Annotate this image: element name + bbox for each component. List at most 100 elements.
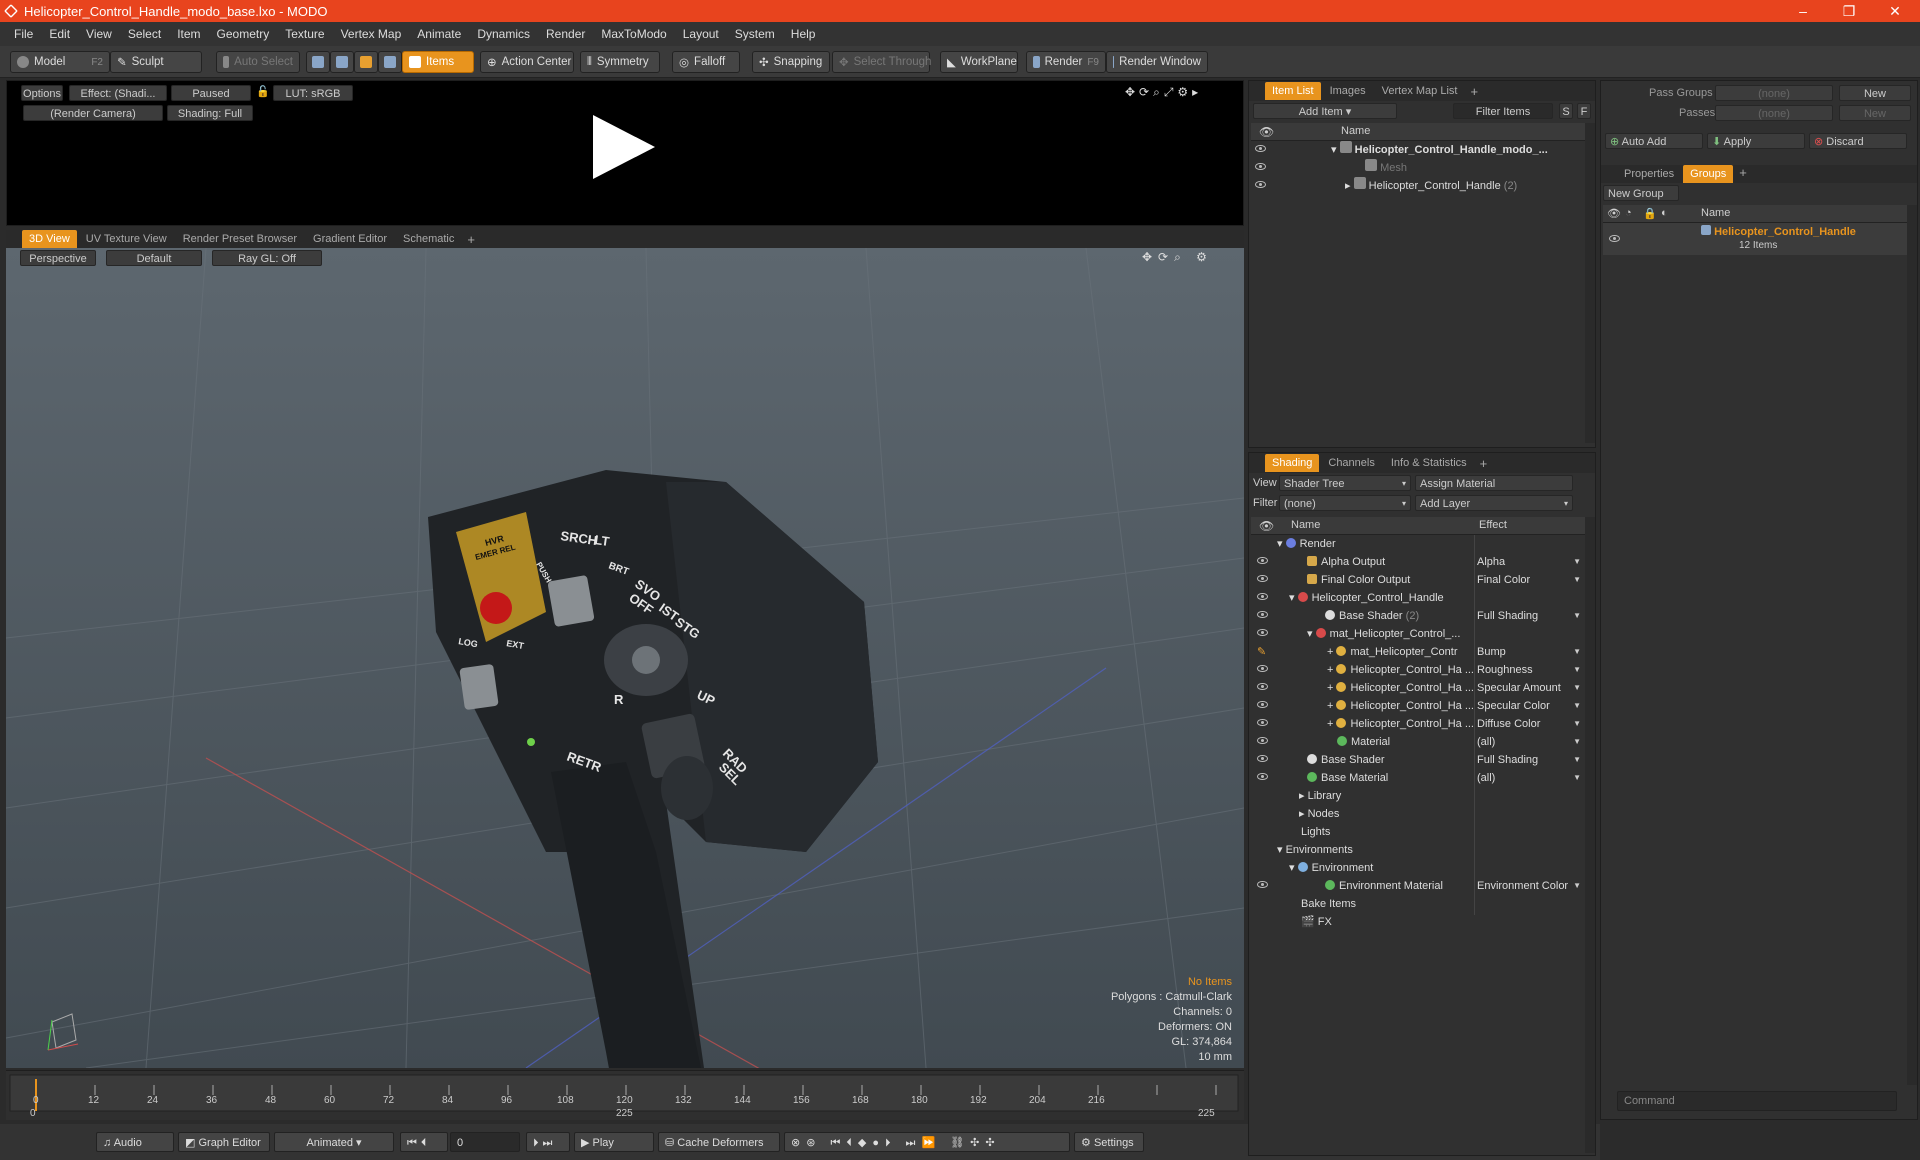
apply-button[interactable]: ⬇ Apply: [1707, 133, 1805, 149]
visibility-eye-icon[interactable]: [1257, 575, 1268, 582]
menu-layout[interactable]: Layout: [675, 27, 727, 41]
perspective-dropdown[interactable]: Perspective: [20, 250, 96, 266]
menu-vertex-map[interactable]: Vertex Map: [333, 27, 410, 41]
preview-options-button[interactable]: Options: [21, 85, 63, 101]
expand-arrow-icon[interactable]: ▾: [1277, 538, 1286, 550]
shader-row-specular-color[interactable]: + Helicopter_Control_Ha ... Specular Colo…: [1251, 697, 1585, 715]
effect-dropdown-icon[interactable]: ▼: [1573, 877, 1581, 895]
visibility-eye-icon[interactable]: [1257, 593, 1268, 600]
visibility-eye-icon[interactable]: [1257, 557, 1268, 564]
frame-input[interactable]: 0: [450, 1132, 520, 1152]
shader-row-environment-material[interactable]: Environment Material Environment Color ▼: [1251, 877, 1585, 895]
render-button[interactable]: Render F9: [1026, 51, 1106, 73]
shader-row-final-color-output[interactable]: Final Color Output Final Color ▼: [1251, 571, 1585, 589]
effect-dropdown-icon[interactable]: ▼: [1573, 751, 1581, 769]
tab-groups[interactable]: Groups: [1683, 165, 1734, 183]
close-button[interactable]: ✕: [1872, 0, 1918, 22]
animated-dropdown[interactable]: Animated ▾: [274, 1132, 394, 1152]
visibility-eye-icon[interactable]: [1257, 665, 1268, 672]
menu-edit[interactable]: Edit: [41, 27, 78, 41]
cache-deformers-button[interactable]: ⛁ Cache Deformers: [658, 1132, 780, 1152]
minimize-button[interactable]: –: [1780, 0, 1826, 22]
shader-row-fx[interactable]: 🎬 FX: [1251, 913, 1585, 931]
visibility-eye-icon[interactable]: [1257, 755, 1268, 762]
preview-paused-button[interactable]: Paused: [171, 85, 251, 101]
preview-effect-dropdown[interactable]: Effect: (Shadi...: [69, 85, 167, 101]
effect-dropdown-icon[interactable]: ▼: [1573, 661, 1581, 679]
add-layer-dropdown[interactable]: Add Layer ▾: [1415, 495, 1573, 511]
expand-arrow-icon[interactable]: ▸: [1299, 808, 1308, 820]
command-input[interactable]: Command: [1617, 1091, 1897, 1111]
expand-arrow-icon[interactable]: ▾: [1331, 144, 1340, 156]
expand-plus-icon[interactable]: +: [1327, 682, 1336, 694]
symmetry-button[interactable]: ⫴ Symmetry: [580, 51, 660, 73]
menu-dynamics[interactable]: Dynamics: [469, 27, 538, 41]
tab-3d-view[interactable]: 3D View: [22, 230, 77, 248]
falloff-button[interactable]: ◎ Falloff: [672, 51, 740, 73]
effect-dropdown-icon[interactable]: ▼: [1573, 697, 1581, 715]
shader-row-library[interactable]: ▸ Library: [1251, 787, 1585, 805]
visibility-eye-icon[interactable]: [1609, 235, 1620, 242]
tab-gradient-editor[interactable]: Gradient Editor: [306, 230, 394, 248]
effect-dropdown-icon[interactable]: ▼: [1573, 553, 1581, 571]
item-list-name-column[interactable]: Name: [1341, 125, 1370, 137]
menu-maxtomodo[interactable]: MaxToModo: [593, 27, 674, 41]
menu-select[interactable]: Select: [120, 27, 169, 41]
filter-items-input[interactable]: Filter Items: [1453, 103, 1553, 119]
item-row-helicopter-handle[interactable]: ▸ Helicopter_Control_Handle (2): [1249, 177, 1595, 195]
effect-dropdown-icon[interactable]: ▼: [1573, 769, 1581, 787]
timeline[interactable]: 0 12 24 36 48 60 72 84 96 108 120 132 14…: [6, 1070, 1244, 1120]
effect-dropdown-icon[interactable]: ▼: [1573, 571, 1581, 589]
default-style-dropdown[interactable]: Default: [106, 250, 202, 266]
play-button[interactable]: ▶ Play: [574, 1132, 654, 1152]
shader-row-roughness[interactable]: + Helicopter_Control_Ha ... Roughness ▼: [1251, 661, 1585, 679]
menu-file[interactable]: File: [6, 27, 41, 41]
shader-row-nodes[interactable]: ▸ Nodes: [1251, 805, 1585, 823]
expand-arrow-icon[interactable]: ▾: [1289, 862, 1298, 874]
add-tab-icon[interactable]: +: [1476, 456, 1492, 471]
helicopter-handle-model[interactable]: [428, 470, 878, 1068]
visibility-eye-icon[interactable]: [1255, 163, 1266, 170]
menu-geometry[interactable]: Geometry: [209, 27, 278, 41]
expand-plus-icon[interactable]: +: [1327, 646, 1336, 658]
visibility-eye-icon[interactable]: [1257, 773, 1268, 780]
shader-row-base-shader-2[interactable]: Base Shader (2) Full Shading ▼: [1251, 607, 1585, 625]
tab-properties[interactable]: Properties: [1617, 165, 1681, 183]
visibility-eye-icon[interactable]: [1257, 881, 1268, 888]
shader-effect-column[interactable]: Effect: [1479, 519, 1507, 531]
shader-row-mat-group[interactable]: ▾ mat_Helicopter_Control_...: [1251, 625, 1585, 643]
jump-start-icons[interactable]: ⏮⏴: [400, 1132, 448, 1152]
pass-groups-dropdown[interactable]: (none): [1715, 85, 1833, 101]
expand-plus-icon[interactable]: +: [1327, 664, 1336, 676]
shader-row-render[interactable]: ▾ Render: [1251, 535, 1585, 553]
menu-texture[interactable]: Texture: [277, 27, 332, 41]
add-item-dropdown[interactable]: Add Item ▾: [1253, 103, 1397, 119]
group-row-helicopter-handle[interactable]: Helicopter_Control_Handle 12 Items: [1603, 223, 1907, 255]
tab-uv-texture-view[interactable]: UV Texture View: [79, 230, 174, 248]
visibility-eye-icon[interactable]: [1257, 737, 1268, 744]
tab-schematic[interactable]: Schematic: [396, 230, 461, 248]
effect-dropdown-icon[interactable]: ▼: [1573, 607, 1581, 625]
item-row-scene[interactable]: ▾ Helicopter_Control_Handle_modo_...: [1249, 141, 1595, 159]
action-center-button[interactable]: ⊕ Action Center: [480, 51, 574, 73]
timeline-range-end[interactable]: 225: [1198, 1108, 1215, 1119]
groups-scrollbar[interactable]: [1907, 205, 1917, 1085]
visibility-eye-icon[interactable]: [1257, 611, 1268, 618]
snapping-button[interactable]: ✣ Snapping: [752, 51, 830, 73]
visibility-eye-icon[interactable]: [1257, 719, 1268, 726]
item-list-scrollbar[interactable]: [1585, 123, 1595, 443]
expand-plus-icon[interactable]: +: [1327, 700, 1336, 712]
expand-arrow-icon[interactable]: ▾: [1307, 628, 1316, 640]
auto-select-button[interactable]: Auto Select: [216, 51, 300, 73]
edges-mode-button[interactable]: [330, 51, 354, 73]
assign-material-input[interactable]: Assign Material: [1415, 475, 1573, 491]
effect-dropdown-icon[interactable]: ▼: [1573, 733, 1581, 751]
select-through-button[interactable]: ✥ Select Through: [832, 51, 931, 73]
tab-info-statistics[interactable]: Info & Statistics: [1384, 454, 1474, 472]
preview-shading-dropdown[interactable]: Shading: Full: [167, 105, 253, 121]
brush-icon[interactable]: ✎: [1257, 643, 1266, 661]
discard-button[interactable]: ⊗ Discard: [1809, 133, 1907, 149]
viewport-nav-icons[interactable]: ✥⟳⌕ ⚙: [1142, 250, 1213, 265]
play-preview-icon[interactable]: [593, 115, 655, 179]
workplane-button[interactable]: ◣ WorkPlane: [940, 51, 1018, 73]
